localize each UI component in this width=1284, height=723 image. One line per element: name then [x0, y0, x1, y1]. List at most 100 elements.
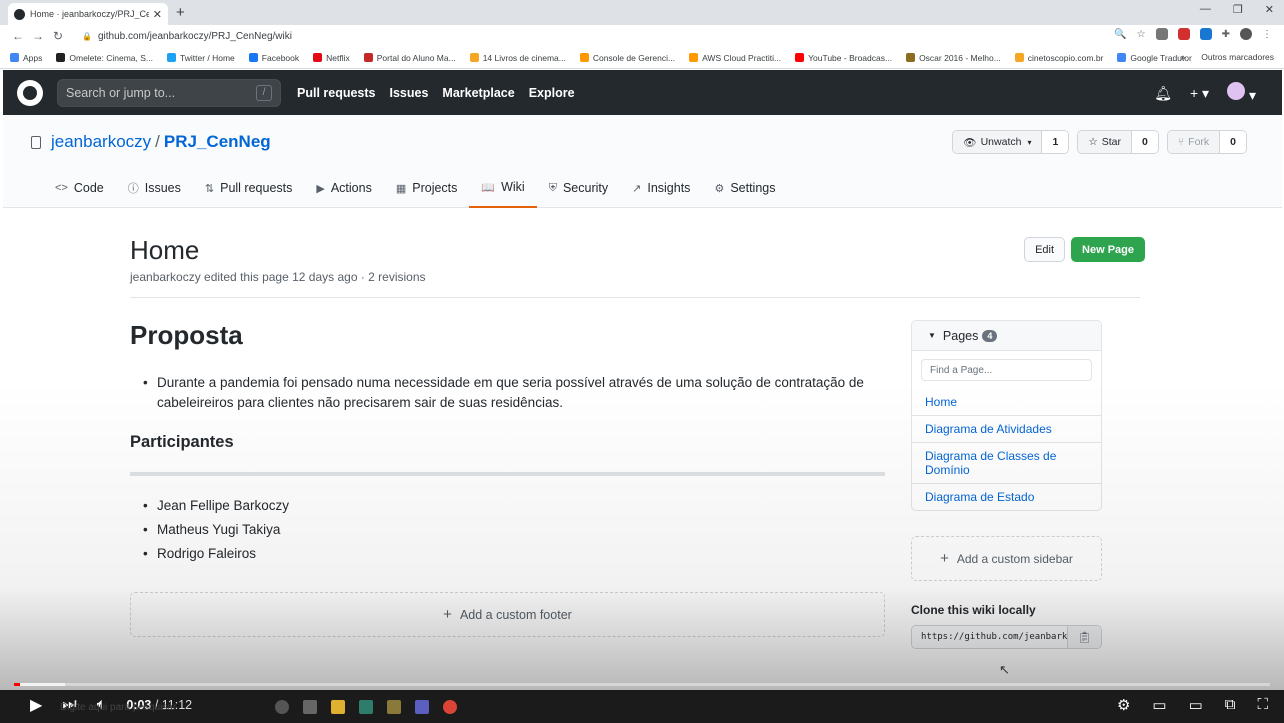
add-custom-sidebar-button[interactable]: + Add a custom sidebar: [911, 536, 1102, 581]
pages-sidebar: ▼ Pages 4 Find a Page... Home Diagrama d…: [911, 320, 1102, 511]
bookmark-item[interactable]: Netflix: [313, 53, 350, 63]
browser-menu-icon[interactable]: ⋮: [1262, 29, 1272, 40]
app-icon[interactable]: [387, 700, 401, 714]
pages-list: Home Diagrama de Atividades Diagrama de …: [912, 389, 1101, 510]
create-new-icon[interactable]: + ▾: [1190, 85, 1209, 102]
mouse-cursor-icon: ↖: [999, 662, 1010, 677]
page-link-home[interactable]: Home: [912, 389, 1101, 415]
page-link-diagrama-classes[interactable]: Diagrama de Classes de Domínio: [912, 442, 1101, 483]
user-menu[interactable]: ▾: [1227, 82, 1256, 104]
unwatch-button[interactable]: 👁︎ Unwatch ▾: [953, 131, 1043, 153]
miniplayer-icon[interactable]: ▭: [1152, 696, 1166, 714]
tab-insights[interactable]: ↗ Insights: [620, 177, 702, 208]
discord-icon[interactable]: [415, 700, 429, 714]
reload-icon[interactable]: ↻: [48, 29, 68, 43]
repo-owner-link[interactable]: jeanbarkoczy: [51, 132, 151, 152]
tab-security[interactable]: ⛨ Security: [537, 177, 620, 208]
app-icon[interactable]: [359, 700, 373, 714]
zoom-icon[interactable]: 🔍: [1114, 29, 1126, 40]
bookmark-item[interactable]: Omelete: Cinema, S...: [56, 53, 153, 63]
bell-icon[interactable]: 🔔︎: [1154, 85, 1172, 102]
fork-button[interactable]: ⑂ Fork: [1167, 131, 1221, 153]
new-page-button[interactable]: New Page: [1071, 237, 1145, 262]
fullscreen-icon[interactable]: ⛶: [1257, 696, 1268, 714]
chevron-down-icon: ▾: [1027, 137, 1032, 147]
find-page-input[interactable]: Find a Page...: [921, 359, 1092, 381]
bookmark-item[interactable]: Twitter / Home: [167, 53, 235, 63]
restore-icon[interactable]: ❐: [1233, 3, 1243, 16]
extension-calendar-icon[interactable]: [1199, 28, 1212, 40]
nav-pull-requests[interactable]: Pull requests: [297, 86, 376, 100]
page-link-diagrama-estado[interactable]: Diagrama de Estado: [912, 483, 1101, 510]
tab-label: Pull requests: [220, 181, 293, 195]
extension-np-icon[interactable]: [1177, 28, 1190, 40]
back-icon[interactable]: ←: [8, 29, 28, 43]
bookmark-item[interactable]: Facebook: [248, 53, 299, 63]
fork-icon: ⑂: [1177, 136, 1185, 148]
bookmark-item[interactable]: 14 Livros de cinema...: [469, 53, 566, 63]
bookmark-favicon-icon: [1014, 53, 1024, 62]
browser-tab[interactable]: Home · jeanbarkoczy/PRJ_CenNeg ✕: [8, 3, 168, 25]
tab-projects[interactable]: ▦ Projects: [384, 177, 470, 208]
extensions-puzzle-icon[interactable]: ✚: [1222, 29, 1230, 40]
repo-name-link[interactable]: PRJ_CenNeg: [164, 132, 271, 152]
bookmark-item[interactable]: Oscar 2016 - Melho...: [906, 53, 1001, 63]
bookmark-item[interactable]: Portal do Aluno Ma...: [363, 53, 456, 63]
tab-title: Home · jeanbarkoczy/PRJ_CenNeg: [30, 9, 149, 19]
tab-label: Settings: [730, 181, 776, 195]
play-icon[interactable]: ▶: [30, 695, 42, 715]
page-meta: jeanbarkoczy edited this page 12 days ag…: [130, 270, 426, 284]
minimize-icon[interactable]: —: [1200, 3, 1211, 16]
cortana-icon[interactable]: [275, 700, 289, 714]
star-bookmark-icon[interactable]: ☆: [1137, 29, 1146, 40]
chrome-icon[interactable]: [443, 700, 457, 714]
search-input[interactable]: Search or jump to... /: [57, 78, 281, 107]
cast-icon[interactable]: ⧉: [1225, 696, 1236, 714]
clone-url-input[interactable]: https://github.com/jeanbarkoczy/PRJ_CenN…: [912, 626, 1067, 648]
address-bar: ← → ↻ 🔒 github.com/jeanbarkoczy/PRJ_CenN…: [0, 25, 1284, 47]
bookmarks-overflow-icon[interactable]: »: [1181, 52, 1186, 62]
url-field[interactable]: 🔒 github.com/jeanbarkoczy/PRJ_CenNeg/wik…: [82, 31, 292, 42]
star-count[interactable]: 0: [1132, 131, 1158, 153]
extension-icon[interactable]: [1155, 28, 1168, 40]
tab-close-icon[interactable]: ✕: [153, 8, 162, 21]
bookmark-item[interactable]: Apps: [10, 53, 42, 63]
tab-actions[interactable]: ▶ Actions: [304, 177, 383, 208]
nav-explore[interactable]: Explore: [529, 86, 575, 100]
fork-count[interactable]: 0: [1220, 131, 1246, 153]
nav-issues[interactable]: Issues: [390, 86, 429, 100]
watch-count[interactable]: 1: [1042, 131, 1069, 153]
bookmark-item[interactable]: Console de Gerenci...: [579, 53, 675, 63]
unwatch-label: Unwatch: [980, 136, 1022, 148]
profile-avatar-icon[interactable]: [1240, 28, 1252, 40]
page-link-diagrama-atividades[interactable]: Diagrama de Atividades: [912, 415, 1101, 442]
add-custom-footer-button[interactable]: + Add a custom footer: [130, 592, 885, 637]
other-bookmarks-folder[interactable]: Outros marcadores: [1201, 52, 1274, 62]
edit-button[interactable]: Edit: [1024, 237, 1066, 262]
github-logo-icon[interactable]: [17, 79, 43, 106]
close-window-icon[interactable]: ✕: [1265, 3, 1274, 16]
new-tab-button[interactable]: +: [176, 4, 185, 21]
insights-icon: ↗: [632, 182, 642, 195]
tab-code[interactable]: <> Code: [43, 177, 116, 208]
heading-proposta: Proposta: [130, 320, 243, 350]
taskbar-search[interactable]: Digite aqui para pesquisar: [60, 702, 176, 713]
task-view-icon[interactable]: [303, 700, 317, 714]
video-progress-bar[interactable]: [14, 683, 1270, 686]
nav-marketplace[interactable]: Marketplace: [442, 86, 514, 100]
bookmark-item[interactable]: AWS Cloud Practiti...: [689, 53, 781, 63]
bookmark-item[interactable]: YouTube - Broadcas...: [795, 53, 892, 63]
file-explorer-icon[interactable]: [331, 700, 345, 714]
settings-gear-icon[interactable]: ⚙: [1117, 696, 1130, 714]
tab-settings[interactable]: ⚙ Settings: [702, 177, 787, 208]
theater-mode-icon[interactable]: ▭: [1189, 696, 1203, 714]
bookmark-item[interactable]: cinetoscopio.com.br: [1014, 53, 1103, 63]
tab-pull-requests[interactable]: ⇅ Pull requests: [193, 177, 304, 208]
tab-issues[interactable]: ⓘ Issues: [116, 177, 193, 208]
watch-button-group: 👁︎ Unwatch ▾ 1: [952, 130, 1070, 154]
forward-icon[interactable]: →: [28, 29, 48, 43]
tab-wiki[interactable]: 📖 Wiki: [469, 177, 537, 208]
star-button[interactable]: ☆ Star: [1078, 131, 1132, 153]
clipboard-icon[interactable]: 📋︎: [1067, 626, 1101, 648]
pages-toggle[interactable]: ▼ Pages 4: [912, 321, 1101, 351]
